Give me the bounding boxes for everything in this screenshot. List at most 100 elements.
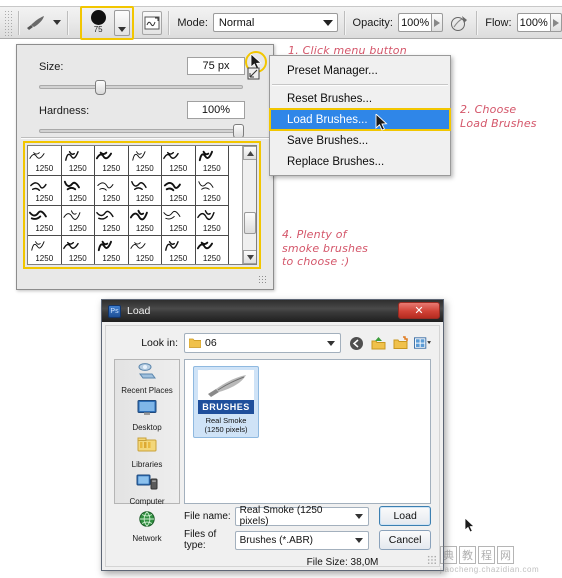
brush-thumbnail-icon [131, 151, 146, 161]
panel-menu-button[interactable] [245, 51, 267, 80]
annotation-step-1: 1. Click menu button [288, 44, 407, 57]
brush-preset-cell[interactable]: 1250 [95, 176, 129, 206]
chevron-down-icon[interactable] [243, 250, 256, 264]
brush-preset-size-label: 1250 [135, 194, 154, 203]
brush-preset-cell[interactable]: 1250 [28, 146, 62, 176]
paintbrush-icon[interactable] [24, 11, 48, 35]
size-input[interactable]: 75 px [187, 57, 245, 75]
watermark-char: 教 [459, 546, 476, 564]
hardness-input[interactable]: 100% [187, 101, 245, 119]
brush-thumbnail-icon [62, 241, 79, 250]
hardness-slider-track[interactable] [39, 129, 243, 133]
menu-item-preset-manager[interactable]: Preset Manager... [270, 60, 450, 81]
brush-preset-cell[interactable]: 1250 [195, 206, 229, 236]
brush-preset-size-label: 1250 [102, 224, 121, 233]
brush-preset-cell[interactable]: 1250 [95, 146, 129, 176]
flow-stepper[interactable] [550, 13, 562, 32]
brush-preset-cell[interactable]: 1250 [61, 146, 95, 176]
brush-grid-scrollbar[interactable] [242, 146, 256, 264]
toolbar-drag-grip[interactable] [4, 9, 12, 36]
brush-preset-cell[interactable]: 1250 [128, 146, 162, 176]
size-slider-track[interactable] [39, 85, 243, 89]
files-of-type-label: Files of type: [184, 529, 217, 551]
look-in-combo[interactable]: 06 [184, 333, 341, 353]
file-list-pane[interactable]: BRUSHES Real Smoke (1250 pixels) [184, 359, 431, 504]
brush-preset-cell[interactable]: 1250 [95, 206, 129, 236]
brush-preset-cell[interactable]: 1250 [61, 176, 95, 206]
brush-thumbnail-icon [165, 241, 179, 251]
brush-preset-size-label: 1250 [102, 254, 121, 263]
brush-preset-size-label: 1250 [202, 224, 221, 233]
blend-mode-value: Normal [218, 16, 255, 29]
brush-thumbnail-icon [30, 182, 47, 191]
places-sidebar: Recent Places Desktop Libraries Computer Net… [114, 359, 180, 543]
brush-preset-cell[interactable]: 1250 [162, 146, 196, 176]
place-item-computer[interactable]: Computer [115, 471, 179, 508]
brush-preset-cell[interactable]: 1250 [28, 206, 62, 236]
load-button[interactable]: Load [379, 506, 431, 526]
file-item-real-smoke[interactable]: BRUSHES Real Smoke (1250 pixels) [193, 366, 259, 438]
airbrush-icon[interactable] [450, 12, 470, 34]
place-item-libraries[interactable]: Libraries [115, 434, 179, 471]
brush-preset-cell[interactable]: 1250 [61, 236, 95, 264]
brush-preset-dropdown-button[interactable] [114, 9, 131, 36]
cancel-button[interactable]: Cancel [379, 530, 431, 550]
menu-item-save-brushes[interactable]: Save Brushes... [270, 130, 450, 151]
blend-mode-select[interactable]: Normal [212, 13, 338, 32]
flow-input[interactable]: 100% [516, 13, 550, 32]
brush-preset-cell[interactable]: 1250 [162, 176, 196, 206]
brush-preset-cell[interactable]: 1250 [61, 206, 95, 236]
dialog-resize-grip[interactable] [427, 555, 437, 565]
brush-preset-size-label: 1250 [135, 254, 154, 263]
brush-preset-cell[interactable]: 1250 [128, 236, 162, 264]
size-slider-knob[interactable] [95, 80, 106, 95]
size-label: Size: [39, 61, 64, 73]
file-size-label: File Size: 38,0M [306, 557, 379, 568]
watermark-url: jiaocheng.chazidian.com [440, 565, 540, 574]
brush-preset-cell[interactable]: 1250 [195, 176, 229, 206]
place-item-desktop[interactable]: Desktop [115, 397, 179, 434]
scrollbar-thumb[interactable] [244, 212, 256, 234]
place-item-recent-places[interactable]: Recent Places [115, 360, 179, 397]
brush-preset-cell[interactable]: 1250 [28, 176, 62, 206]
opacity-stepper[interactable] [431, 13, 444, 32]
menu-item-replace-brushes[interactable]: Replace Brushes... [270, 151, 450, 172]
brush-preset-cell[interactable]: 1250 [28, 236, 62, 264]
brush-grid-row: 1250 1250 1250 1250 1250 1250 [28, 206, 229, 236]
back-icon[interactable] [348, 335, 365, 352]
brush-preset-cell[interactable]: 1250 [128, 176, 162, 206]
new-folder-icon[interactable] [392, 335, 409, 352]
place-item-network[interactable]: Network [115, 508, 179, 545]
view-mode-icon[interactable] [414, 335, 431, 352]
current-brush-preview[interactable]: 75 [84, 9, 112, 37]
brush-preset-cell[interactable]: 1250 [128, 206, 162, 236]
brush-thumbnail-icon [163, 181, 181, 192]
brush-preset-cell[interactable]: 1250 [162, 206, 196, 236]
files-of-type-select[interactable]: Brushes (*.ABR) [234, 530, 370, 550]
flow-label: Flow: [485, 16, 512, 29]
brush-preset-size-label: 1250 [35, 194, 54, 203]
panel-resize-grip[interactable] [258, 275, 267, 284]
brush-preset-cell[interactable]: 1250 [195, 236, 229, 264]
brush-thumbnail-icon [129, 209, 148, 221]
menu-item-load-brushes[interactable]: Load Brushes... [269, 108, 451, 131]
dialog-title: Load [127, 305, 151, 317]
drag-handle-icon[interactable] [247, 67, 261, 81]
brush-thumbnail-icon [97, 182, 114, 191]
up-folder-icon[interactable] [370, 335, 387, 352]
brush-preset-cell[interactable]: 1250 [162, 236, 196, 264]
brush-thumbnail-icon [208, 375, 246, 397]
brush-preset-cell[interactable]: 1250 [195, 146, 229, 176]
file-name-input[interactable]: Real Smoke (1250 pixels) [234, 505, 370, 527]
opacity-input[interactable]: 100% [397, 13, 432, 32]
separator [343, 10, 345, 35]
brush-preset-cell[interactable]: 1250 [95, 236, 129, 264]
menu-item-reset-brushes[interactable]: Reset Brushes... [270, 88, 450, 109]
brush-panel-icon[interactable] [142, 10, 163, 35]
chevron-up-icon[interactable] [243, 146, 256, 160]
watermark-char: 程 [478, 546, 495, 564]
close-icon[interactable]: ✕ [398, 302, 440, 319]
brush-tool-dropdown-caret[interactable] [53, 20, 62, 25]
brush-preset-grid[interactable]: 1250 1250 1250 1250 1250 1250 1250 1250 1250 1250… [27, 145, 257, 265]
dialog-titlebar[interactable]: Ps Load ✕ [102, 300, 443, 322]
